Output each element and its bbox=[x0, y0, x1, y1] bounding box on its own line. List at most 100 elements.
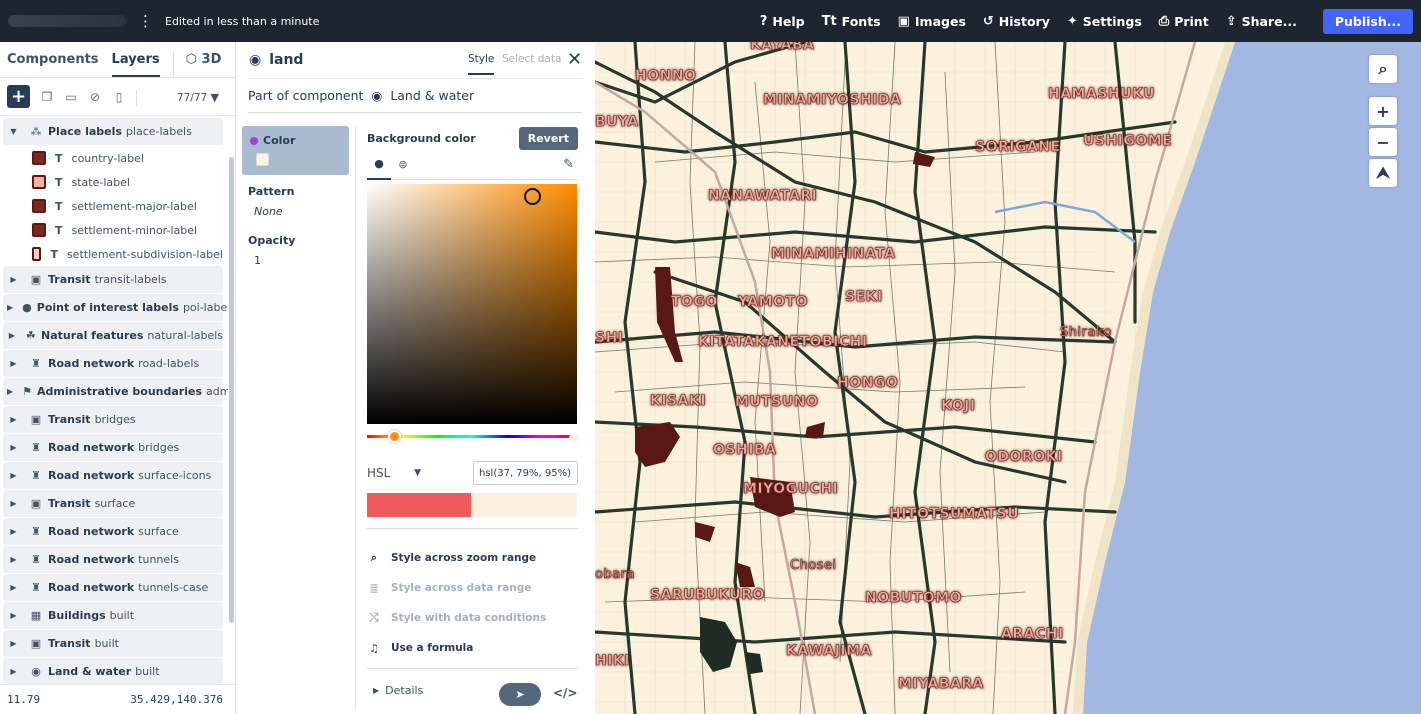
layer-group-row[interactable]: ▶ ▦ Buildings built bbox=[3, 602, 223, 630]
layer-group-row[interactable]: ▼ ⁂ Place labels place-labels bbox=[3, 118, 223, 146]
chevron-right-icon[interactable]: ▶ bbox=[7, 499, 20, 508]
layer-group-row[interactable]: ▶ ● Point of interest labelspoi-labels bbox=[3, 294, 228, 322]
zoom-in-button[interactable]: + bbox=[1369, 97, 1397, 125]
chevron-right-icon[interactable]: ▶ bbox=[7, 331, 17, 340]
use-formula-option[interactable]: ♫ Use a formula bbox=[367, 633, 578, 663]
layer-row[interactable]: Tstate-label bbox=[3, 170, 223, 194]
print-button[interactable]: ⎙ Print bbox=[1159, 14, 1209, 29]
share-button[interactable]: ⇪ Share... bbox=[1226, 14, 1297, 29]
tab-layers[interactable]: Layers bbox=[111, 52, 160, 77]
pattern-label: Pattern bbox=[248, 185, 295, 198]
chevron-down-icon[interactable]: ▼ bbox=[414, 468, 421, 478]
layer-group-row[interactable]: ▶ ♜ Road network bridges bbox=[3, 434, 223, 462]
code-icon[interactable]: </> bbox=[553, 686, 578, 700]
settings-button[interactable]: ✦ Settings bbox=[1067, 14, 1142, 29]
publish-button[interactable]: Publish... bbox=[1322, 8, 1413, 34]
chevron-down-icon[interactable]: ▼ bbox=[7, 127, 20, 136]
style-data-conditions-option: ⤮ Style with data conditions bbox=[367, 603, 578, 633]
history-button[interactable]: ↺ History bbox=[983, 14, 1050, 29]
layer-count[interactable]: 77/77 ▼ bbox=[135, 90, 219, 106]
layer-group-row[interactable]: ▶ ⚑ Administrative boundaries admin bbox=[3, 378, 228, 406]
layer-group-row[interactable]: ▶ ▣ Transit surface bbox=[3, 490, 223, 518]
zoom-out-button[interactable]: − bbox=[1369, 128, 1397, 156]
layer-row[interactable]: Tsettlement-major-label bbox=[3, 194, 223, 218]
opacity-property[interactable]: Opacity 1 bbox=[242, 218, 349, 267]
chevron-right-icon[interactable]: ▶ bbox=[7, 639, 20, 648]
fonts-button[interactable]: Tt Fonts bbox=[822, 14, 881, 29]
tab-3d[interactable]: ⬡ 3D bbox=[172, 52, 221, 77]
color-value-input[interactable] bbox=[473, 461, 578, 485]
chevron-right-icon[interactable]: ▶ bbox=[373, 686, 379, 695]
chevron-right-icon[interactable]: ▶ bbox=[7, 583, 20, 592]
chevron-right-icon[interactable]: ▶ bbox=[7, 303, 13, 312]
layer-group-row[interactable]: ▶ ☘ Natural features natural-labels bbox=[3, 322, 223, 350]
color-property[interactable]: Color bbox=[242, 126, 349, 175]
alpha-handle[interactable] bbox=[569, 433, 579, 443]
document-name[interactable] bbox=[8, 15, 126, 27]
chevron-right-icon[interactable]: ▶ bbox=[7, 443, 20, 452]
pointer-icon[interactable]: ➤ bbox=[499, 683, 541, 706]
layer-group-row[interactable]: ▶ ♜ Road network tunnels-case bbox=[3, 574, 223, 602]
layer-group-row[interactable]: ▶ ▣ Transit built bbox=[3, 630, 223, 658]
component-link[interactable]: Land & water bbox=[390, 88, 474, 103]
group-id: place-labels bbox=[125, 125, 192, 138]
chevron-right-icon[interactable]: ▶ bbox=[7, 415, 20, 424]
compass-icon[interactable]: ⮝ bbox=[1369, 159, 1397, 187]
delete-icon[interactable]: ▯ bbox=[112, 90, 126, 104]
folder-icon[interactable]: ▭ bbox=[64, 90, 78, 104]
add-layer-button[interactable]: + bbox=[7, 85, 30, 108]
chevron-right-icon[interactable]: ▶ bbox=[7, 527, 20, 536]
layer-row[interactable]: Tcountry-label bbox=[3, 146, 223, 170]
layer-group-row[interactable]: ▶ ♜ Road network surface-icons bbox=[3, 462, 223, 490]
hue-slider[interactable] bbox=[367, 430, 579, 443]
layer-row[interactable]: Tsettlement-minor-label bbox=[3, 218, 223, 242]
details-toggle[interactable]: Details bbox=[385, 684, 423, 697]
layer-row[interactable]: Tsettlement-subdivision-label bbox=[3, 242, 223, 266]
images-button[interactable]: ▣ Images bbox=[898, 14, 966, 29]
layer-list-scrollbar[interactable] bbox=[229, 157, 234, 623]
tab-select-data[interactable]: Select data bbox=[502, 53, 561, 65]
print-label: Print bbox=[1174, 13, 1209, 29]
map-canvas[interactable]: KAYABA HONNO MINAMIYOSHIDA HAMASHUKU SORIGAN… bbox=[595, 42, 1421, 714]
tab-style[interactable]: Style bbox=[468, 53, 495, 75]
eyedropper-icon[interactable]: ✎ bbox=[563, 157, 574, 172]
chevron-right-icon[interactable]: ▶ bbox=[7, 275, 20, 284]
map-place-label: HITOTSUMATSU bbox=[889, 506, 1020, 523]
saturation-lightness-area[interactable] bbox=[367, 184, 577, 424]
hue-handle[interactable] bbox=[388, 430, 401, 443]
chevron-right-icon[interactable]: ▶ bbox=[7, 611, 20, 620]
chevron-right-icon[interactable]: ▶ bbox=[7, 359, 20, 368]
previous-color[interactable] bbox=[367, 493, 471, 517]
solid-color-icon[interactable]: ● bbox=[367, 150, 391, 180]
chevron-right-icon[interactable]: ▶ bbox=[7, 555, 20, 564]
hide-icon[interactable]: ⊘ bbox=[88, 90, 102, 104]
road-icon: ♜ bbox=[31, 441, 41, 454]
map-search-icon[interactable]: ⌕ bbox=[1369, 55, 1397, 83]
road-icon: ♜ bbox=[31, 525, 41, 538]
text-layer-icon: T bbox=[50, 247, 58, 261]
duplicate-icon[interactable]: ❐ bbox=[40, 90, 54, 104]
layer-group-row[interactable]: ▶ ♜ Road network road-labels bbox=[3, 350, 223, 378]
style-across-zoom-option[interactable]: ⌕ Style across zoom range bbox=[367, 543, 578, 573]
layer-group-row[interactable]: ▶ ▣ Transit transit-labels bbox=[3, 266, 223, 294]
layer-group-row[interactable]: ▶ ▣ Transit bridges bbox=[3, 406, 223, 434]
help-button[interactable]: ? Help bbox=[760, 14, 805, 29]
layer-group-row[interactable]: ▶ ♜ Road network tunnels bbox=[3, 546, 223, 574]
revert-button[interactable]: Revert bbox=[518, 126, 578, 150]
more-options-icon[interactable]: ⋮ bbox=[138, 13, 153, 29]
toggle-icon[interactable]: ⊜ bbox=[391, 158, 415, 171]
opacity-label: Opacity bbox=[248, 234, 296, 247]
layer-group-row[interactable]: ▶ ♜ Road network surface bbox=[3, 518, 223, 546]
pattern-property[interactable]: Pattern None bbox=[242, 175, 349, 218]
layer-name: settlement-subdivision-label bbox=[66, 247, 223, 261]
chevron-right-icon[interactable]: ▶ bbox=[7, 667, 20, 676]
close-icon[interactable]: ✕ bbox=[567, 49, 582, 70]
chevron-right-icon[interactable]: ▶ bbox=[7, 387, 13, 396]
color-handle[interactable] bbox=[524, 188, 541, 205]
group-id: transit-labels bbox=[94, 273, 167, 286]
tab-components[interactable]: Components bbox=[7, 52, 99, 77]
layer-group-row[interactable]: ▶ ◉ Land & water built bbox=[3, 658, 223, 684]
format-select[interactable]: HSL bbox=[367, 466, 414, 480]
chevron-right-icon[interactable]: ▶ bbox=[7, 471, 20, 480]
layer-list: ▼ ⁂ Place labels place-labels Tcountry-label… bbox=[0, 118, 228, 684]
